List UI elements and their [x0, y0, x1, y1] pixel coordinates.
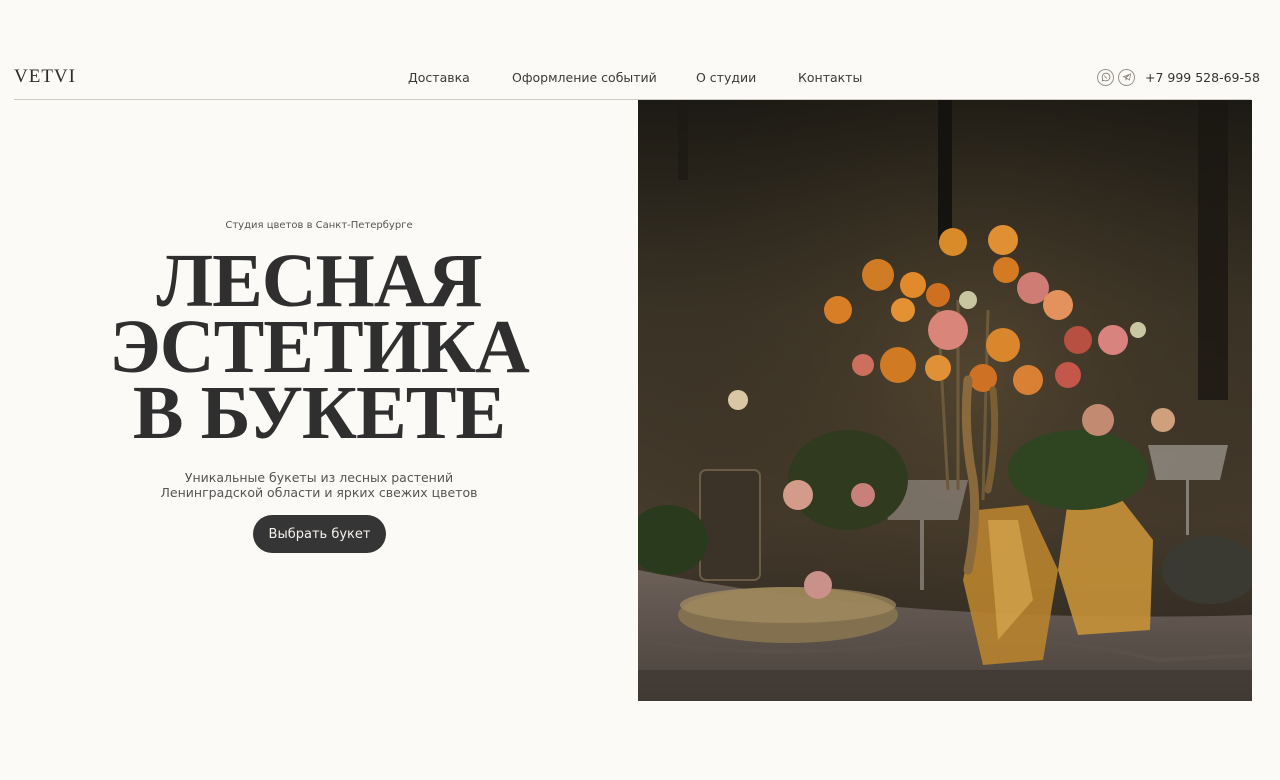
hero-photo [638, 100, 1252, 701]
whatsapp-icon[interactable] [1097, 68, 1114, 86]
hero-description: Уникальные букеты из лесных растений Лен… [0, 470, 638, 500]
description-line-2: Ленинградской области и ярких свежих цве… [160, 485, 478, 500]
nav-link-contacts[interactable]: Контакты [798, 70, 862, 85]
phone-number[interactable]: +7 999 528-69-58 [1145, 70, 1260, 85]
choose-bouquet-button[interactable]: Выбрать букет [253, 515, 386, 553]
nav-link-about[interactable]: О студии [696, 70, 756, 85]
headline-line-3: В БУКЕТЕ [132, 371, 506, 455]
hero-headline: ЛЕСНАЯ ЭСТЕТИКА В БУКЕТЕ [0, 243, 638, 455]
main-nav: Доставка Оформление событий О студии Кон… [0, 70, 1280, 86]
nav-link-events[interactable]: Оформление событий [512, 70, 657, 85]
forest-table-bouquet-image [638, 100, 1252, 701]
hero-text-section: Студия цветов в Санкт-Петербурге ЛЕСНАЯ … [0, 100, 638, 700]
hero-subtitle: Студия цветов в Санкт-Петербурге [225, 220, 413, 231]
telegram-icon[interactable] [1118, 68, 1135, 86]
nav-link-delivery[interactable]: Доставка [408, 70, 470, 85]
header-contacts: +7 999 528-69-58 [1097, 67, 1260, 87]
description-line-1: Уникальные букеты из лесных растений [184, 470, 454, 485]
